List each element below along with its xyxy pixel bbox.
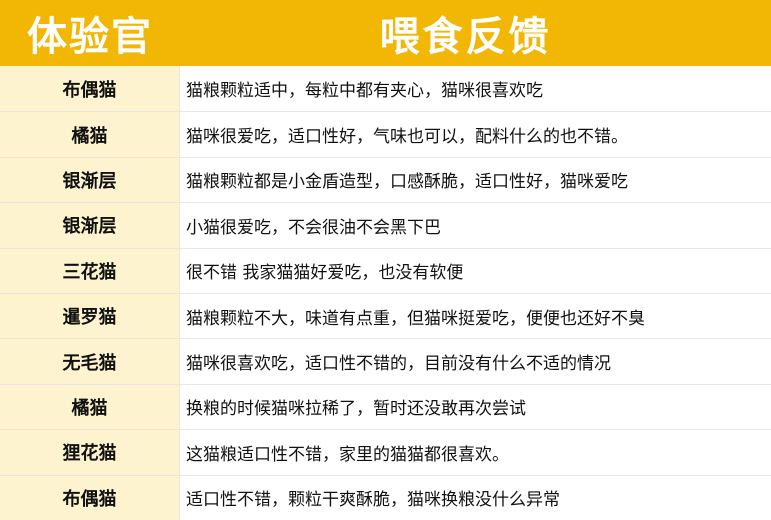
- tester-name: 无毛猫: [0, 339, 180, 384]
- table-row: 布偶猫 适口性不错，颗粒干爽酥脆，猫咪换粮没什么异常: [0, 474, 771, 520]
- table-row: 暹罗猫 猫粮颗粒不大，味道有点重，但猫咪挺爱吃，便便也还好不臭: [0, 292, 771, 339]
- feedback-text: 猫咪很喜欢吃，适口性不错的，目前没有什么不适的情况: [186, 354, 611, 375]
- feedback-text: 适口性不错，颗粒干爽酥脆，猫咪换粮没什么异常: [186, 490, 560, 511]
- feedback-text: 这猫粮适口性不错，家里的猫猫都很喜欢。: [186, 444, 509, 465]
- header-feedback-label: 喂食反馈: [379, 13, 552, 60]
- table-row: 三花猫 很不错 我家猫猫好爱吃，也没有软便: [0, 247, 771, 293]
- table-row: 布偶猫 猫粮颗粒适中，每粒中都有夹心，猫咪很喜欢吃: [0, 66, 771, 112]
- table-row: 橘猫 换粮的时候猫咪拉稀了，暂时还没敢再次尝试: [0, 383, 771, 430]
- tester-name: 银渐层: [0, 157, 180, 203]
- tester-name: 布偶猫: [0, 475, 180, 520]
- tester-name: 布偶猫: [0, 66, 180, 112]
- feedback-text: 小猫很爱吃，不会很油不会黑下巴: [186, 217, 441, 238]
- table-row: 银渐层 猫粮颗粒都是小金盾造型，口感酥脆，适口性好，猫咪爱吃: [0, 156, 771, 203]
- tester-name: 橘猫: [0, 384, 180, 430]
- table-row: 橘猫 猫咪很爱吃，适口性好，气味也可以，配料什么的也不错。: [0, 111, 771, 157]
- feedback-text: 猫粮颗粒适中，每粒中都有夹心，猫咪很喜欢吃: [186, 81, 543, 102]
- table-row: 银渐层 小猫很爱吃，不会很油不会黑下巴: [0, 202, 771, 248]
- tester-name: 暹罗猫: [0, 293, 180, 339]
- tester-name: 橘猫: [0, 112, 180, 157]
- tester-name: 三花猫: [0, 248, 180, 293]
- tester-name: 狸花猫: [0, 430, 180, 475]
- table-header: 体验官 喂食反馈: [0, 0, 771, 66]
- table-row: 狸花猫 这猫粮适口性不错，家里的猫猫都很喜欢。: [0, 429, 771, 475]
- tester-name: 银渐层: [0, 203, 180, 248]
- feedback-text: 猫粮颗粒不大，味道有点重，但猫咪挺爱吃，便便也还好不臭: [186, 308, 645, 329]
- header-tester-label: 体验官: [27, 13, 153, 60]
- table-body: 布偶猫 猫粮颗粒适中，每粒中都有夹心，猫咪很喜欢吃 橘猫 猫咪很爱吃，适口性好，…: [0, 66, 771, 520]
- feedback-table: 体验官 喂食反馈 布偶猫 猫粮颗粒适中，每粒中都有夹心，猫咪很喜欢吃 橘猫 猫咪…: [0, 0, 771, 520]
- feedback-text: 猫粮颗粒都是小金盾造型，口感酥脆，适口性好，猫咪爱吃: [186, 172, 628, 193]
- feedback-text: 猫咪很爱吃，适口性好，气味也可以，配料什么的也不错。: [186, 127, 628, 148]
- table-row: 无毛猫 猫咪很喜欢吃，适口性不错的，目前没有什么不适的情况: [0, 338, 771, 384]
- feedback-text: 换粮的时候猫咪拉稀了，暂时还没敢再次尝试: [186, 399, 526, 420]
- feedback-text: 很不错 我家猫猫好爱吃，也没有软便: [186, 263, 464, 284]
